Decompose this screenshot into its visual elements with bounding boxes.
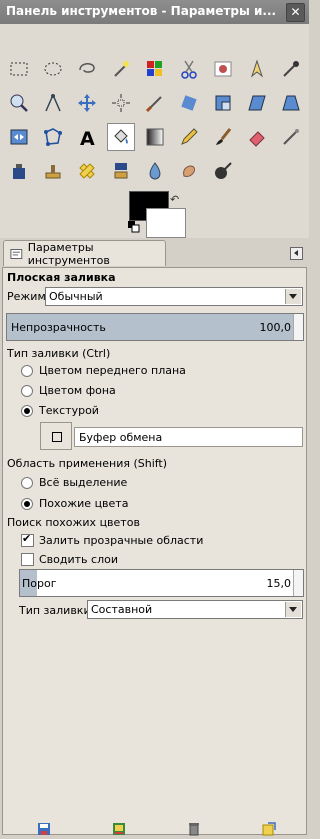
opacity-value: 100,0 <box>259 321 292 334</box>
window-title: Панель инструментов - Параметры и... <box>6 4 276 18</box>
similar-heading: Поиск похожих цветов <box>7 516 140 529</box>
reset-options-icon[interactable] <box>262 822 276 836</box>
delete-options-icon[interactable] <box>187 822 201 836</box>
crop-tool-icon[interactable] <box>141 89 169 117</box>
title-bar: Панель инструментов - Параметры и... ✕ <box>0 0 309 24</box>
area-selection-radio[interactable] <box>21 477 33 489</box>
rect-select-tool-icon[interactable] <box>5 55 33 83</box>
fill-fg-label: Цветом переднего плана <box>39 364 186 377</box>
color-picker-tool-icon[interactable] <box>277 55 305 83</box>
perspective-tool-icon[interactable] <box>277 89 305 117</box>
fuzzy-select-tool-icon[interactable] <box>107 55 135 83</box>
pencil-tool-icon[interactable] <box>175 123 203 151</box>
fill-transparent-label: Залить прозрачные области <box>39 534 204 547</box>
options-heading: Плоская заливка <box>7 271 116 284</box>
measure-tool-icon[interactable] <box>39 89 67 117</box>
opacity-spin-button[interactable] <box>293 314 303 340</box>
eraser-tool-icon[interactable] <box>243 123 271 151</box>
swap-colors-icon[interactable]: ↶ <box>170 193 179 206</box>
fill-by-value: Составной <box>91 603 153 616</box>
mode-label: Режим: <box>7 290 50 303</box>
dodge-burn-tool-icon[interactable] <box>209 157 237 185</box>
move-tool-icon[interactable] <box>73 89 101 117</box>
perspective-clone-tool-icon[interactable] <box>107 157 135 185</box>
ellipse-select-tool-icon[interactable] <box>39 55 67 83</box>
svg-text:A: A <box>80 128 95 148</box>
default-colors-icon[interactable] <box>128 221 140 233</box>
chevron-down-icon <box>285 602 301 617</box>
scissors-tool-icon[interactable] <box>175 55 203 83</box>
tool-options-icon <box>10 248 23 259</box>
heal-tool-icon[interactable] <box>73 157 101 185</box>
dock-tabbar: Параметры инструментов <box>0 238 309 268</box>
paintbrush-tool-icon[interactable] <box>209 123 237 151</box>
zoom-tool-icon[interactable] <box>5 89 33 117</box>
save-options-icon[interactable] <box>37 822 51 836</box>
shear-tool-icon[interactable] <box>243 89 271 117</box>
pattern-preview-button[interactable] <box>40 422 72 450</box>
area-similar-radio[interactable] <box>21 498 33 510</box>
bucket-fill-tool-icon[interactable] <box>107 123 135 151</box>
opacity-label: Непрозрачность <box>11 321 106 334</box>
opacity-slider[interactable]: Непрозрачность 100,0 <box>6 313 304 341</box>
threshold-spin-button[interactable] <box>293 570 303 596</box>
foreground-select-tool-icon[interactable] <box>209 55 237 83</box>
chevron-down-icon <box>285 289 301 304</box>
scale-tool-icon[interactable] <box>209 89 237 117</box>
close-icon[interactable]: ✕ <box>286 3 305 22</box>
threshold-slider[interactable]: Порог 15,0 <box>19 569 304 597</box>
tab-label: Параметры инструментов <box>27 240 110 267</box>
smudge-tool-icon[interactable] <box>175 157 203 185</box>
background-color-swatch[interactable] <box>146 208 186 238</box>
cage-transform-tool-icon[interactable] <box>39 123 67 151</box>
flip-tool-icon[interactable] <box>5 123 33 151</box>
fill-by-label: Тип заливки: <box>19 604 95 617</box>
blur-tool-icon[interactable] <box>141 157 169 185</box>
area-selection-label: Всё выделение <box>39 476 128 489</box>
area-heading: Область применения (Shift) <box>7 457 168 470</box>
threshold-label: Порог <box>22 577 57 590</box>
align-tool-icon[interactable] <box>107 89 135 117</box>
pattern-name: Буфер обмена <box>79 431 163 444</box>
fill-transparent-checkbox[interactable] <box>21 532 34 547</box>
mode-select[interactable]: Обычный <box>45 287 303 306</box>
paths-tool-icon[interactable] <box>243 55 271 83</box>
merge-layers-checkbox[interactable] <box>21 553 34 566</box>
rotate-tool-icon[interactable] <box>175 89 203 117</box>
tab-menu-icon[interactable] <box>290 247 303 260</box>
tab-tool-options[interactable]: Параметры инструментов <box>3 240 166 267</box>
pattern-name-field[interactable]: Буфер обмена <box>74 427 303 447</box>
select-by-color-tool-icon[interactable] <box>141 55 169 83</box>
fill-bg-label: Цветом фона <box>39 384 116 397</box>
airbrush-tool-icon[interactable] <box>277 123 305 151</box>
mode-value: Обычный <box>49 290 103 303</box>
ink-tool-icon[interactable] <box>5 157 33 185</box>
blend-tool-icon[interactable] <box>141 123 169 151</box>
merge-layers-label: Сводить слои <box>39 553 118 566</box>
restore-options-icon[interactable] <box>112 822 126 836</box>
fill-type-heading: Тип заливки (Ctrl) <box>7 347 111 360</box>
threshold-value: 15,0 <box>266 577 292 590</box>
clone-tool-icon[interactable] <box>39 157 67 185</box>
fill-fg-radio[interactable] <box>21 365 33 377</box>
lasso-tool-icon[interactable] <box>73 55 101 83</box>
area-similar-label: Похожие цвета <box>39 497 129 510</box>
fill-pattern-label: Текстурой <box>39 404 99 417</box>
fill-pattern-radio[interactable] <box>21 405 33 417</box>
fill-by-select[interactable]: Составной <box>87 600 303 619</box>
text-tool-icon[interactable]: A <box>73 123 101 151</box>
fill-bg-radio[interactable] <box>21 385 33 397</box>
